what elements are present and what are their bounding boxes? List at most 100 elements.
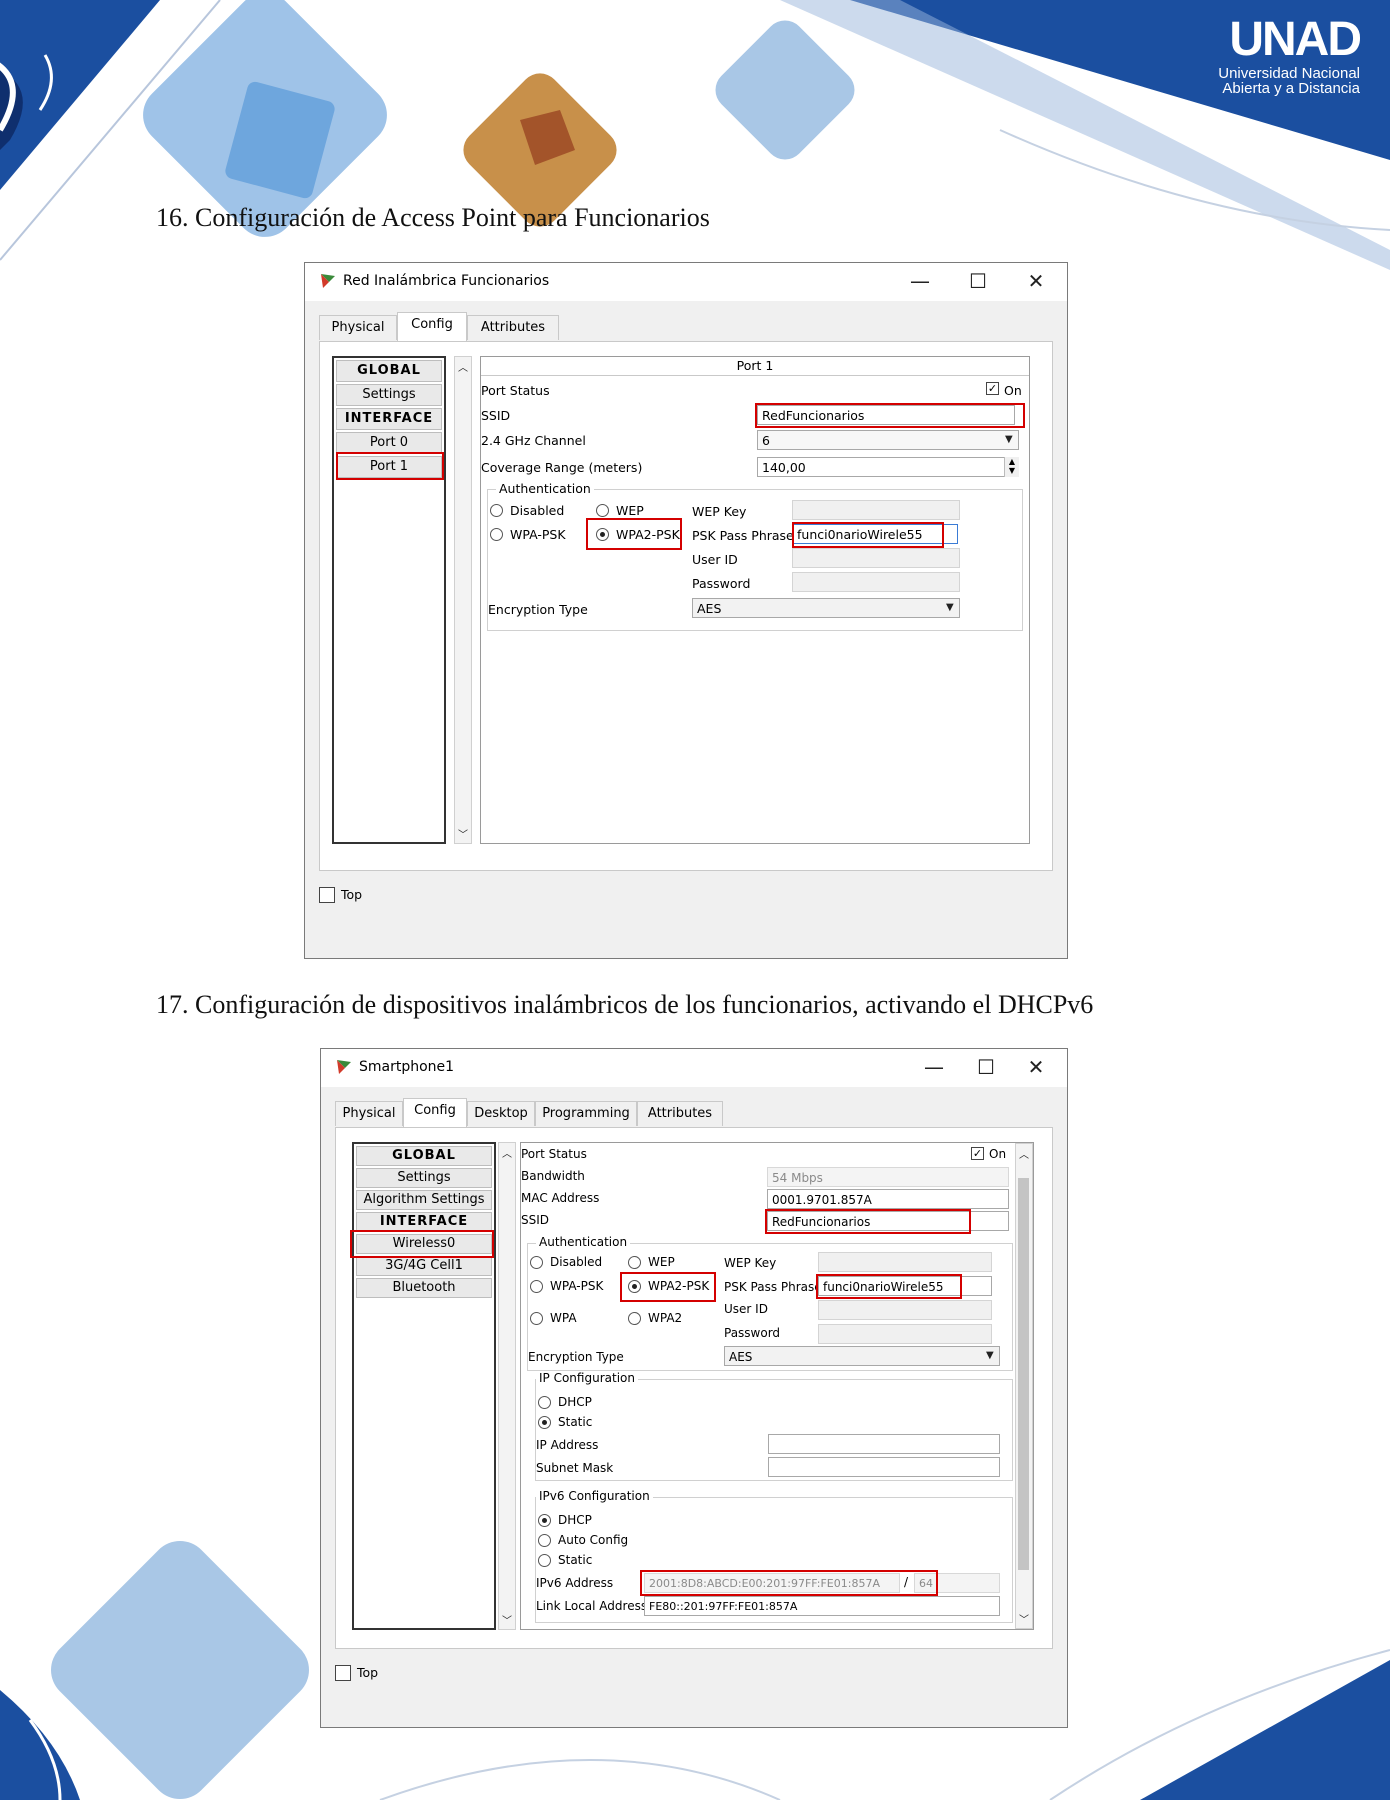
- highlight-ipv6: [640, 1570, 938, 1596]
- sidebar-item-port0[interactable]: Port 0: [336, 432, 442, 454]
- radio-ip-static[interactable]: [538, 1416, 551, 1429]
- top-checkbox[interactable]: [319, 887, 335, 903]
- mac-input[interactable]: 0001.9701.857A: [767, 1189, 1009, 1209]
- encryption-value: AES: [697, 601, 722, 616]
- tab-physical[interactable]: Physical: [335, 1101, 403, 1126]
- scroll-up-icon[interactable]: ︿: [1019, 1146, 1029, 1161]
- ip-address-input[interactable]: [768, 1434, 1000, 1454]
- sidebar-item-settings[interactable]: Settings: [356, 1168, 492, 1188]
- maximize-button[interactable]: ☐: [963, 269, 993, 293]
- details-scrollbar[interactable]: ︿ ﹀: [1015, 1143, 1033, 1629]
- mac-label: MAC Address: [521, 1191, 600, 1205]
- ipv6-dhcp-label: DHCP: [558, 1513, 592, 1527]
- scroll-up-icon[interactable]: ︿: [458, 359, 468, 374]
- password-input[interactable]: [792, 572, 960, 592]
- tab-attributes[interactable]: Attributes: [467, 315, 559, 340]
- minimize-button[interactable]: —: [919, 1055, 949, 1079]
- radio-wpa-psk[interactable]: [530, 1280, 543, 1293]
- tab-config[interactable]: Config: [397, 312, 467, 341]
- password-label: Password: [692, 576, 751, 591]
- radio-wep[interactable]: [596, 504, 609, 517]
- radio-wpa2[interactable]: [628, 1312, 641, 1325]
- chevron-down-icon[interactable]: ▼: [986, 1350, 994, 1361]
- logo-line2: Abierta y a Distancia: [1222, 80, 1360, 97]
- coverage-value: 140,00: [762, 460, 806, 475]
- tab-config[interactable]: Config: [403, 1098, 467, 1127]
- tab-attributes[interactable]: Attributes: [637, 1101, 723, 1126]
- logo-line1: Universidad Nacional: [1218, 65, 1360, 82]
- tab-physical[interactable]: Physical: [319, 315, 397, 340]
- encryption-label: Encryption Type: [488, 602, 588, 617]
- scroll-thumb[interactable]: [1018, 1178, 1029, 1570]
- radio-ipv6-static[interactable]: [538, 1554, 551, 1567]
- sidebar-scrollbar[interactable]: ︿ ﹀: [454, 356, 472, 844]
- auth-legend: Authentication: [496, 481, 594, 496]
- highlight-psk: [792, 522, 944, 548]
- sidebar-item-bluetooth[interactable]: Bluetooth: [356, 1278, 492, 1298]
- chevron-down-icon[interactable]: ▼: [946, 602, 954, 613]
- password-input[interactable]: [818, 1324, 992, 1344]
- scroll-up-icon[interactable]: ︿: [502, 1145, 512, 1160]
- sidebar-item-interface[interactable]: INTERFACE: [356, 1212, 492, 1232]
- encryption-select[interactable]: AES: [724, 1346, 1000, 1366]
- sidebar-scrollbar[interactable]: ︿ ﹀: [498, 1142, 516, 1630]
- auth-disabled-label: Disabled: [550, 1255, 603, 1269]
- top-checkbox[interactable]: [335, 1665, 351, 1681]
- sidebar-item-interface[interactable]: INTERFACE: [336, 408, 442, 430]
- caption-step16: 16. Configuración de Access Point para F…: [156, 203, 710, 232]
- radio-wpa-psk[interactable]: [490, 528, 503, 541]
- chevron-down-icon[interactable]: ▼: [1005, 434, 1013, 445]
- radio-wep[interactable]: [628, 1256, 641, 1269]
- port-status-on: On: [989, 1147, 1007, 1161]
- wep-key-label: WEP Key: [724, 1256, 777, 1270]
- config-sidebar: GLOBAL Settings INTERFACE Port 0 Port 1: [332, 356, 446, 844]
- userid-label: User ID: [692, 552, 738, 567]
- wep-key-input[interactable]: [792, 500, 960, 520]
- scroll-down-icon[interactable]: ﹀: [1019, 1611, 1029, 1626]
- sidebar-item-global[interactable]: GLOBAL: [356, 1146, 492, 1166]
- encryption-select[interactable]: AES: [692, 598, 960, 618]
- channel-select[interactable]: 6: [757, 430, 1019, 450]
- title-bar: Red Inalámbrica Funcionarios — ☐ ✕: [305, 263, 1067, 301]
- port-status-checkbox[interactable]: ✓: [971, 1147, 984, 1160]
- coverage-input[interactable]: 140,00: [757, 457, 1019, 477]
- scroll-down-icon[interactable]: ﹀: [502, 1612, 512, 1627]
- sidebar-item-algorithm-settings[interactable]: Algorithm Settings: [356, 1190, 492, 1210]
- close-button[interactable]: ✕: [1021, 1055, 1051, 1079]
- bandwidth-label: Bandwidth: [521, 1169, 585, 1183]
- link-local-input[interactable]: FE80::201:97FF:FE01:857A: [644, 1596, 1000, 1616]
- ip-static-label: Static: [558, 1415, 593, 1429]
- maximize-button[interactable]: ☐: [971, 1055, 1001, 1079]
- radio-ip-dhcp[interactable]: [538, 1396, 551, 1409]
- sidebar-item-settings[interactable]: Settings: [336, 384, 442, 406]
- ssid-label: SSID: [481, 408, 511, 423]
- highlight-psk: [816, 1274, 962, 1299]
- radio-disabled[interactable]: [530, 1256, 543, 1269]
- radio-ipv6-auto[interactable]: [538, 1534, 551, 1547]
- radio-disabled[interactable]: [490, 504, 503, 517]
- close-button[interactable]: ✕: [1021, 269, 1051, 293]
- highlight-wpa2-psk: [620, 1272, 716, 1302]
- radio-ipv6-dhcp[interactable]: [538, 1514, 551, 1527]
- sidebar-item-global[interactable]: GLOBAL: [336, 360, 442, 382]
- password-label: Password: [724, 1326, 781, 1340]
- sidebar-item-cell1[interactable]: 3G/4G Cell1: [356, 1256, 492, 1276]
- ip-config-group: IP Configuration DHCP Static IP Address …: [535, 1371, 1013, 1481]
- wep-key-input[interactable]: [818, 1252, 992, 1272]
- minimize-button[interactable]: —: [905, 269, 935, 293]
- spin-arrows-icon[interactable]: ▲ ▼: [1004, 457, 1019, 477]
- tab-desktop[interactable]: Desktop: [467, 1101, 535, 1126]
- userid-input[interactable]: [792, 548, 960, 568]
- ipv6-address-label: IPv6 Address: [536, 1576, 614, 1590]
- tab-programming[interactable]: Programming: [535, 1101, 637, 1126]
- port-status-checkbox[interactable]: ✓: [986, 382, 999, 395]
- ipv6-static-label: Static: [558, 1553, 593, 1567]
- userid-input[interactable]: [818, 1300, 992, 1320]
- access-point-window: Red Inalámbrica Funcionarios — ☐ ✕ Physi…: [304, 262, 1068, 959]
- title-bar: Smartphone1 — ☐ ✕: [321, 1049, 1067, 1087]
- auth-legend: Authentication: [536, 1235, 631, 1249]
- scroll-down-icon[interactable]: ﹀: [458, 826, 468, 841]
- radio-wpa[interactable]: [530, 1312, 543, 1325]
- window-title: Red Inalámbrica Funcionarios: [343, 273, 550, 289]
- subnet-input[interactable]: [768, 1457, 1000, 1477]
